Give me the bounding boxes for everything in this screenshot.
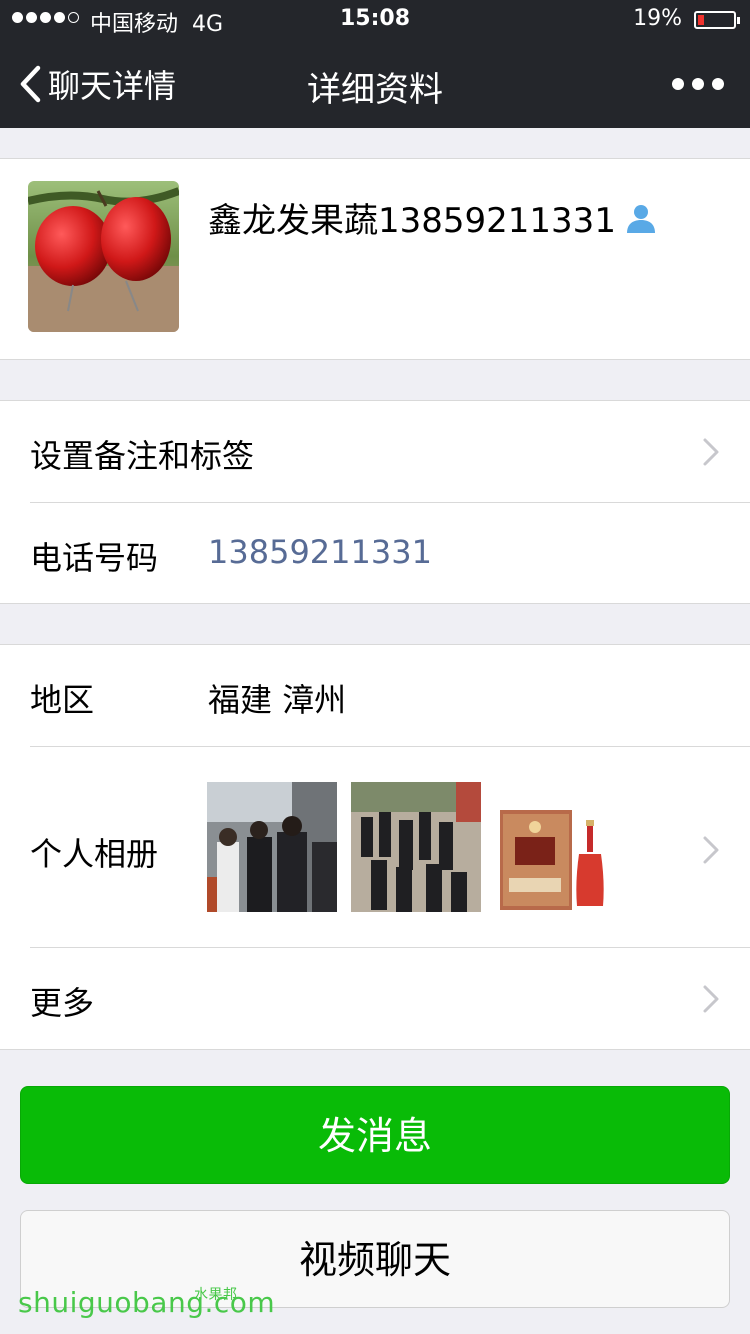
album-photo: [351, 782, 481, 912]
region-label: 地区: [30, 681, 95, 719]
chevron-right-icon: [703, 985, 719, 1013]
phone-number-link[interactable]: 13859211331: [208, 533, 432, 571]
status-bar: 中国移动 4G 15:08 19%: [0, 0, 750, 40]
battery-percent: 19%: [633, 6, 682, 31]
watermark-chinese: 水果邦: [194, 1287, 238, 1303]
contact-name-row: 鑫龙发果蔬13859211331: [208, 193, 658, 242]
send-message-button[interactable]: 发消息: [20, 1086, 730, 1184]
contact-name: 鑫龙发果蔬13859211331: [208, 201, 616, 241]
album-thumbnail-3[interactable]: [495, 782, 625, 912]
phone-row: 电话号码 13859211331: [0, 503, 750, 604]
phone-label: 电话号码: [30, 539, 159, 577]
more-options-button[interactable]: [670, 70, 726, 98]
chevron-right-icon: [703, 836, 719, 864]
contact-info-section: 设置备注和标签 电话号码 13859211331: [0, 400, 750, 604]
site-watermark: shuiguobang.com 水果邦: [18, 1286, 275, 1319]
album-thumbnail-1[interactable]: [207, 782, 337, 912]
chevron-right-icon: [703, 438, 719, 466]
album-photo: [495, 782, 625, 912]
album-photo: [207, 782, 337, 912]
top-bar: 中国移动 4G 15:08 19% 聊天详情 详细资料: [0, 0, 750, 128]
avatar-photo: [28, 181, 179, 332]
remark-tags-row[interactable]: 设置备注和标签: [0, 401, 750, 502]
album-thumbnail-2[interactable]: [351, 782, 481, 912]
remark-tags-label: 设置备注和标签: [30, 437, 255, 475]
navigation-bar: 聊天详情 详细资料: [0, 40, 750, 128]
page-title: 详细资料: [307, 70, 443, 110]
avatar[interactable]: [28, 181, 179, 332]
region-value: 福建 漳州: [208, 681, 347, 719]
ellipsis-icon: [672, 78, 684, 90]
more-label: 更多: [30, 984, 95, 1022]
profile-card: 鑫龙发果蔬13859211331: [0, 158, 750, 360]
more-row[interactable]: 更多: [0, 948, 750, 1050]
battery-icon: [694, 11, 740, 29]
contact-person-icon: [626, 204, 655, 233]
region-row: 地区 福建 漳州: [0, 645, 750, 746]
album-label: 个人相册: [30, 835, 159, 873]
